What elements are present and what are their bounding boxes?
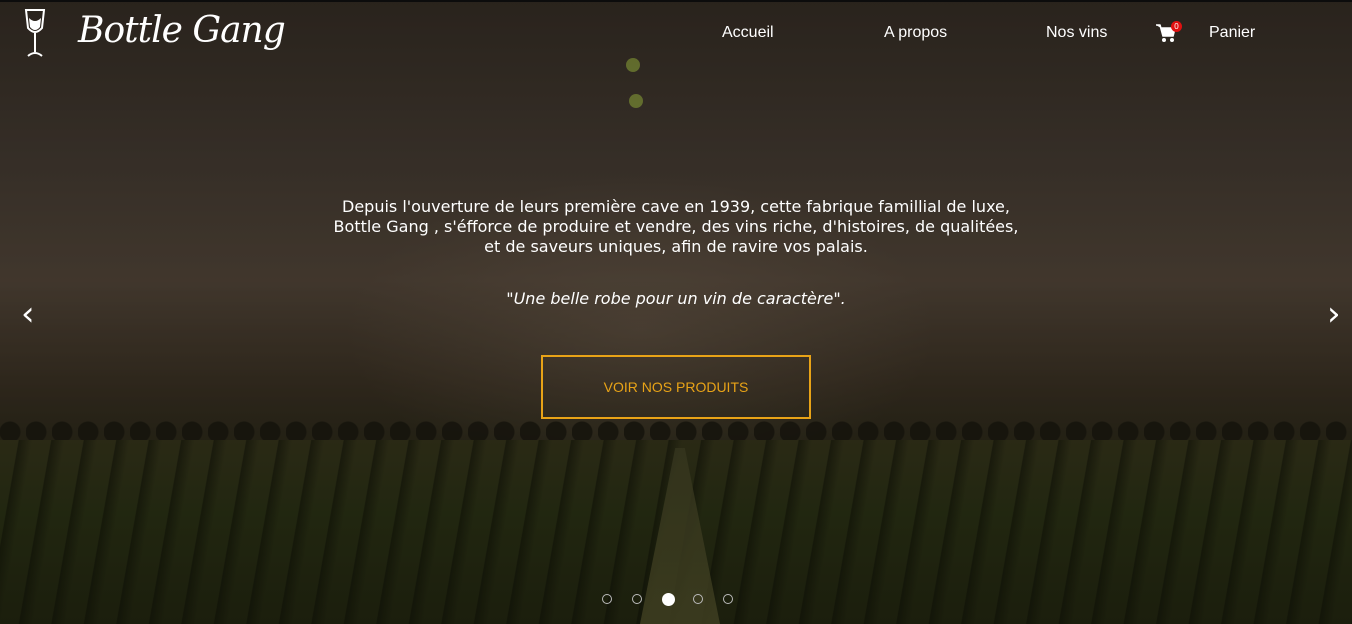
carousel-prev-arrow-icon[interactable]: ‹ <box>21 294 35 334</box>
hero-intro-text: Depuis l'ouverture de leurs première cav… <box>320 197 1032 257</box>
brand-logo-text[interactable]: Bottle Gang <box>78 10 286 51</box>
wine-glass-icon[interactable] <box>22 8 48 60</box>
intro-line: et de saveurs uniques, afin de ravire vo… <box>484 237 868 256</box>
carousel-dot-1[interactable] <box>602 594 612 604</box>
nav-link-home[interactable]: Accueil <box>722 24 774 42</box>
carousel-dot-2[interactable] <box>632 594 642 604</box>
lens-flare <box>626 58 640 72</box>
carousel-dot-4[interactable] <box>693 594 703 604</box>
carousel-next-arrow-icon[interactable]: › <box>1327 294 1341 334</box>
hero-carousel <box>0 0 1352 624</box>
hero-quote: "Une belle robe pour un vin de caractère… <box>506 289 846 308</box>
lens-flare <box>629 94 643 108</box>
cart-count-badge: 0 <box>1171 21 1182 32</box>
nav-link-wines[interactable]: Nos vins <box>1046 24 1107 42</box>
dark-overlay <box>0 0 1352 624</box>
nav-link-cart[interactable]: Panier <box>1209 24 1255 42</box>
view-products-button[interactable]: VOIR NOS PRODUITS <box>541 355 811 419</box>
carousel-dot-5[interactable] <box>723 594 733 604</box>
carousel-dot-3[interactable] <box>662 593 675 606</box>
nav-link-about[interactable]: A propos <box>884 24 947 42</box>
intro-line: Bottle Gang , s'éfforce de produire et v… <box>333 217 1019 236</box>
intro-line: Depuis l'ouverture de leurs première cav… <box>342 197 1010 216</box>
